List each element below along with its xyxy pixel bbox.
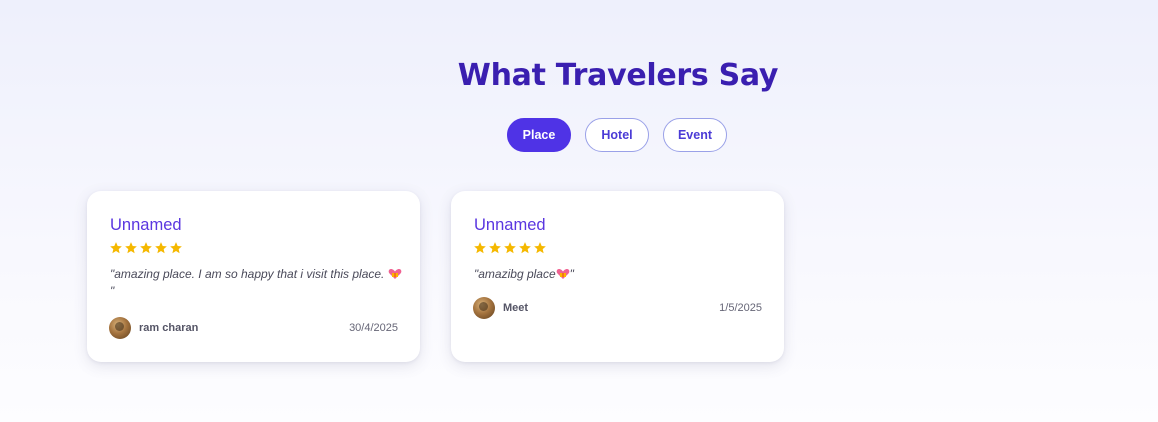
star-icon [503,241,517,255]
star-icon [473,241,487,255]
author-name: ram charan [139,322,199,334]
review-quote-end: " [110,284,115,298]
review-card: Unnamed "amazibg place " Meet 1/5/2025 [451,191,784,362]
star-rating [109,241,183,255]
avatar [109,317,131,339]
star-icon [533,241,547,255]
section-title: What Travelers Say [457,58,779,93]
tab-hotel[interactable]: Hotel [585,118,649,152]
review-date: 30/4/2025 [349,322,398,334]
review-author: ram charan [109,317,198,339]
review-quote-text: "amazing place. I am so happy that i vis… [110,267,388,281]
star-icon [488,241,502,255]
star-rating [473,241,547,255]
review-author: Meet [473,297,528,319]
review-quote: "amazibg place " [474,266,769,283]
heart-gift-emoji-icon [388,268,402,280]
category-tabs: Place Hotel Event [507,118,727,152]
review-footer: Meet 1/5/2025 [473,297,762,319]
review-footer: ram charan 30/4/2025 [109,317,398,339]
review-quote: "amazing place. I am so happy that i vis… [110,266,405,300]
star-icon [518,241,532,255]
tab-event[interactable]: Event [663,118,727,152]
tab-place[interactable]: Place [507,118,571,152]
author-name: Meet [503,302,529,314]
review-card: Unnamed "amazing place. I am so happy th… [87,191,420,362]
review-place-name: Unnamed [110,216,182,234]
star-icon [169,241,183,255]
avatar [473,297,495,319]
star-icon [139,241,153,255]
heart-gift-emoji-icon [556,268,570,280]
review-date: 1/5/2025 [719,302,762,314]
review-quote-end: " [569,267,574,281]
testimonials-section: What Travelers Say Place Hotel Event Unn… [0,0,1158,422]
star-icon [154,241,168,255]
star-icon [124,241,138,255]
review-place-name: Unnamed [474,216,546,234]
star-icon [109,241,123,255]
review-quote-text: "amazibg place [474,267,556,281]
